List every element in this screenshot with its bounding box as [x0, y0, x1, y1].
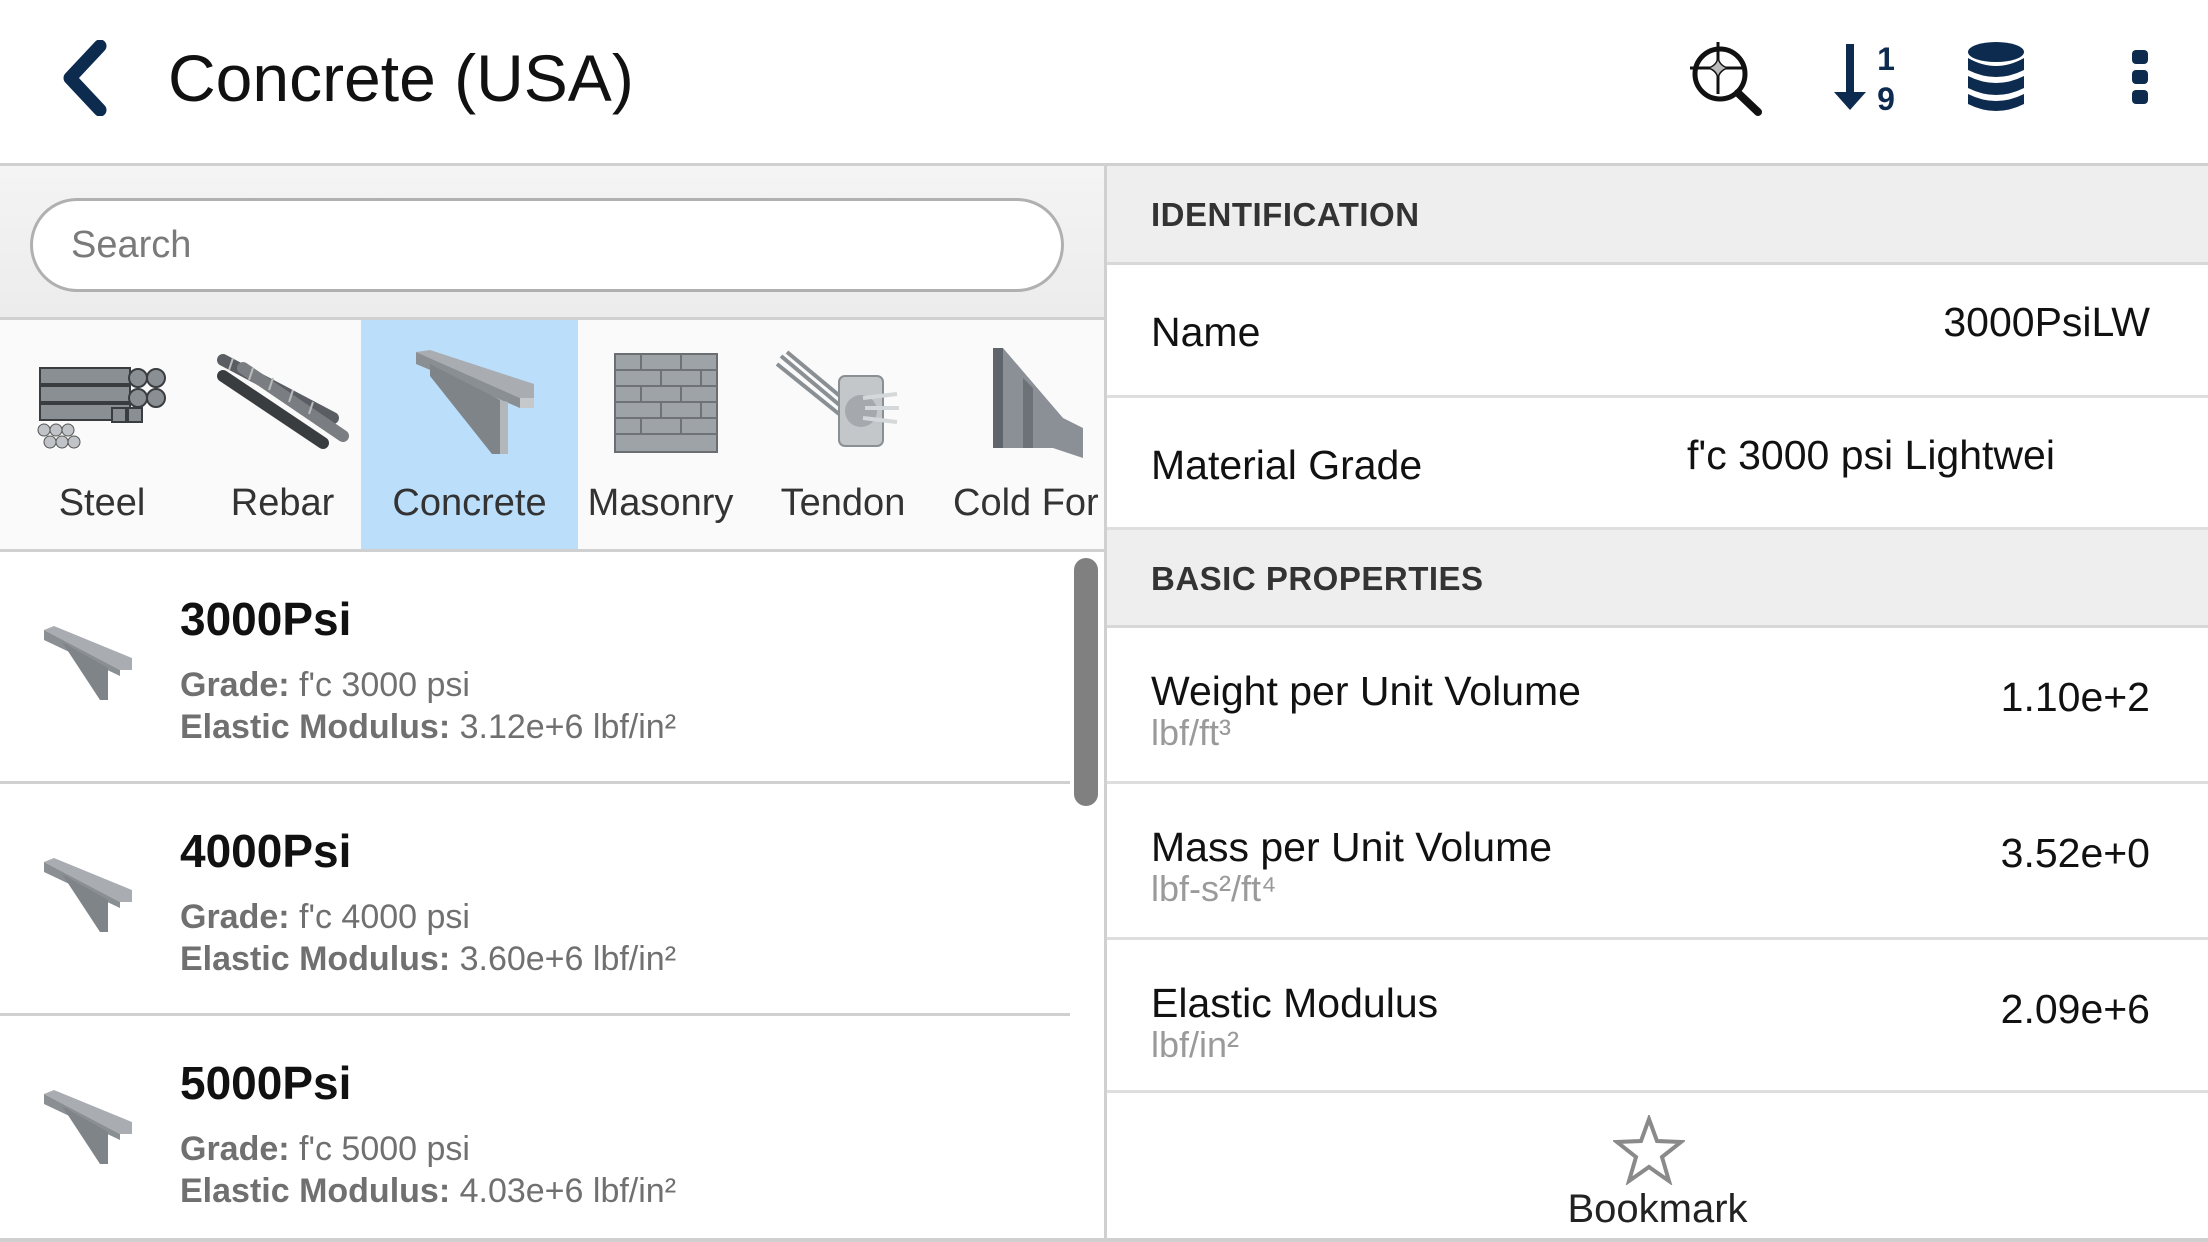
database-icon: [1968, 42, 2024, 111]
more-options-button[interactable]: [2100, 38, 2180, 118]
list-scrollbar[interactable]: [1074, 558, 1098, 806]
row-unit: lbf-s²/ft⁴: [1151, 868, 1277, 909]
page-title: Concrete (USA): [168, 41, 634, 115]
list-item[interactable]: 4000Psi Grade: f'c 4000 psi Elastic Modu…: [0, 784, 1070, 1016]
detail-row-weight: Weight per Unit Volume lbf/ft³ 1.10e+2: [1107, 628, 2208, 784]
row-label: Elastic Modulus: [1151, 980, 1439, 1026]
tendon-anchor-icon: [775, 350, 899, 447]
concrete-tbeam-icon: [44, 858, 132, 932]
category-label: Tendon: [780, 482, 906, 524]
material-name: 3000Psi: [180, 593, 352, 645]
modulus-label: Elastic Modulus:: [180, 1172, 451, 1210]
search-bar: [0, 166, 1106, 320]
category-concrete[interactable]: Concrete: [361, 320, 578, 549]
category-label: Concrete: [392, 482, 547, 524]
svg-text:9: 9: [1877, 81, 1895, 117]
grade-label: Grade:: [180, 1130, 290, 1168]
sort-numeric-down-icon: 1 9: [1834, 41, 1895, 117]
category-rebar[interactable]: Rebar: [204, 320, 361, 549]
grade-label: Grade:: [180, 898, 290, 936]
category-steel[interactable]: Steel: [0, 320, 204, 549]
detail-row-material-grade: Material Grade f'c 3000 psi Lightwei: [1107, 398, 2208, 530]
category-label: Masonry: [587, 482, 734, 524]
material-modulus: Elastic Modulus: 4.03e+6 lbf/in²: [180, 1172, 676, 1211]
masonry-wall-icon: [613, 353, 718, 453]
row-label: Name: [1151, 309, 1261, 355]
bottom-border: [0, 1238, 2208, 1242]
material-grade: Grade: f'c 3000 psi: [180, 666, 470, 705]
chevron-left-icon: [63, 39, 107, 117]
more-vertical-icon: [2132, 50, 2148, 104]
category-label: Steel: [58, 482, 146, 524]
concrete-tbeam-icon: [415, 350, 534, 454]
detail-row-elastic-modulus: Elastic Modulus lbf/in² 2.09e+6: [1107, 940, 2208, 1093]
category-cold-formed[interactable]: Cold For: [943, 320, 1106, 549]
top-bar: Concrete (USA) 1 9: [0, 0, 2208, 166]
row-value: 1.10e+2: [2000, 674, 2150, 720]
row-unit: lbf/in²: [1151, 1024, 1240, 1065]
bookmark-label: Bookmark: [1567, 1187, 1748, 1231]
section-title: IDENTIFICATION: [1151, 196, 1420, 233]
steel-sections-icon: [37, 367, 166, 449]
material-list: 3000Psi Grade: f'c 3000 psi Elastic Modu…: [0, 552, 1106, 1242]
grade-value: f'c 3000 psi: [299, 666, 470, 704]
row-label: Weight per Unit Volume: [1151, 668, 1581, 714]
material-grade: Grade: f'c 5000 psi: [180, 1130, 470, 1169]
concrete-tbeam-icon: [44, 1090, 132, 1164]
material-name: 5000Psi: [180, 1057, 352, 1109]
search-input[interactable]: [30, 198, 1064, 292]
row-unit: lbf/ft³: [1151, 712, 1232, 753]
grade-value: f'c 4000 psi: [299, 898, 470, 936]
identification-section-header: IDENTIFICATION: [1107, 166, 2208, 265]
rebar-icon: [216, 354, 349, 449]
modulus-label: Elastic Modulus:: [180, 940, 451, 978]
modulus-value: 4.03e+6 lbf/in²: [459, 1172, 677, 1210]
list-item[interactable]: 3000Psi Grade: f'c 3000 psi Elastic Modu…: [0, 552, 1070, 784]
material-grade: Grade: f'c 4000 psi: [180, 898, 470, 937]
grade-value: f'c 5000 psi: [299, 1130, 470, 1168]
concrete-tbeam-icon: [44, 626, 132, 700]
row-value: 3000PsiLW: [1943, 299, 2150, 345]
row-label: Mass per Unit Volume: [1151, 824, 1553, 870]
detail-row-name: Name 3000PsiLW: [1107, 265, 2208, 398]
basic-properties-section-header: BASIC PROPERTIES: [1107, 530, 2208, 628]
modulus-label: Elastic Modulus:: [180, 708, 451, 746]
material-list-panel: Steel Rebar: [0, 166, 1106, 1242]
row-label: Material Grade: [1151, 442, 1423, 488]
row-value: 2.09e+6: [2000, 986, 2150, 1032]
grade-label: Grade:: [180, 666, 290, 704]
category-label: Rebar: [230, 482, 335, 524]
section-title: BASIC PROPERTIES: [1151, 560, 1484, 597]
database-button[interactable]: [1956, 38, 2036, 118]
category-tendon[interactable]: Tendon: [743, 320, 943, 549]
modulus-value: 3.12e+6 lbf/in²: [459, 708, 677, 746]
find-button[interactable]: [1688, 38, 1768, 118]
star-outline-icon: [1613, 1115, 1685, 1185]
material-details-panel: IDENTIFICATION Name 3000PsiLW Material G…: [1107, 166, 2208, 1242]
app-window: Concrete (USA) 1 9 Search Steel Rebar Co…: [0, 0, 2208, 1242]
category-label: Cold For: [953, 482, 1099, 524]
category-strip[interactable]: Steel Rebar Concrete Masonry Tendon Cold…: [0, 320, 1106, 552]
cold-formed-steel-icon: [993, 348, 1083, 458]
material-modulus: Elastic Modulus: 3.60e+6 lbf/in²: [180, 940, 676, 979]
svg-text:1: 1: [1877, 41, 1895, 77]
back-button[interactable]: [56, 39, 116, 117]
sort-button[interactable]: 1 9: [1830, 38, 1910, 118]
category-masonry[interactable]: Masonry: [578, 320, 743, 549]
material-name: 4000Psi: [180, 825, 352, 877]
bookmark-button[interactable]: Bookmark: [1107, 1093, 2208, 1242]
modulus-value: 3.60e+6 lbf/in²: [459, 940, 677, 978]
search-sparkle-icon: [1690, 42, 1762, 116]
detail-row-mass: Mass per Unit Volume lbf-s²/ft⁴ 3.52e+0: [1107, 784, 2208, 940]
row-value: f'c 3000 psi Lightwei: [1687, 432, 2055, 478]
list-item[interactable]: 5000Psi Grade: f'c 5000 psi Elastic Modu…: [0, 1016, 1070, 1242]
row-value: 3.52e+0: [2000, 830, 2150, 876]
material-modulus: Elastic Modulus: 3.12e+6 lbf/in²: [180, 708, 676, 747]
